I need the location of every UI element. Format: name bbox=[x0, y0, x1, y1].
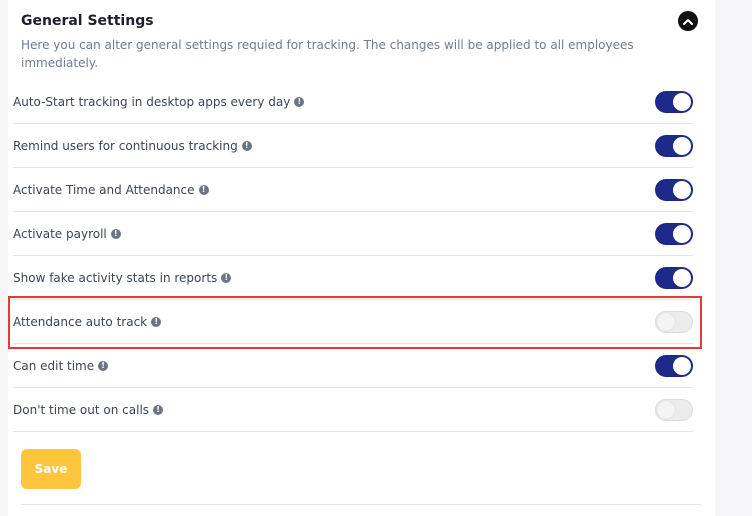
setting-row-no-timeout-calls: Don't time out on calls ! bbox=[13, 388, 693, 432]
setting-label-wrap: Activate Time and Attendance ! bbox=[13, 183, 209, 197]
setting-label: Auto-Start tracking in desktop apps ever… bbox=[13, 94, 291, 109]
setting-label-wrap: Don't time out on calls ! bbox=[13, 402, 164, 417]
info-icon[interactable]: ! bbox=[198, 184, 209, 195]
toggle-knob bbox=[657, 312, 675, 331]
setting-label-wrap: Show fake activity stats in reports ! bbox=[13, 270, 232, 285]
setting-label: Activate Time and Attendance bbox=[13, 182, 195, 197]
toggle-knob bbox=[673, 180, 691, 199]
toggle-knob bbox=[673, 136, 691, 155]
setting-row-edit-time: Can edit time ! bbox=[13, 344, 693, 388]
settings-list: Auto-Start tracking in desktop apps ever… bbox=[13, 80, 693, 432]
toggle-attendance-auto-track[interactable] bbox=[655, 310, 693, 333]
chevron-up-icon bbox=[683, 18, 693, 25]
toggle-knob bbox=[657, 400, 675, 419]
setting-label: Don't time out on calls bbox=[13, 402, 150, 417]
setting-label-wrap: Attendance auto track ! bbox=[13, 314, 162, 329]
toggle-auto-start[interactable] bbox=[655, 90, 693, 113]
toggle-edit-time[interactable] bbox=[655, 354, 693, 377]
toggle-payroll[interactable] bbox=[655, 222, 693, 245]
section-description: Here you can alter general settings requ… bbox=[21, 38, 634, 70]
info-icon[interactable]: ! bbox=[98, 360, 109, 371]
toggle-fake-activity[interactable] bbox=[655, 266, 693, 289]
toggle-knob bbox=[673, 92, 691, 111]
toggle-knob bbox=[673, 356, 691, 375]
setting-label-wrap: Can edit time ! bbox=[13, 358, 109, 373]
setting-label: Activate payroll bbox=[13, 226, 107, 241]
setting-label-wrap: Remind users for continuous tracking ! bbox=[13, 139, 252, 153]
section-title: General Settings bbox=[21, 13, 154, 29]
setting-label: Can edit time bbox=[13, 358, 95, 373]
setting-label: Show fake activity stats in reports bbox=[13, 270, 218, 285]
toggle-knob bbox=[673, 224, 691, 243]
info-icon[interactable]: ! bbox=[153, 404, 164, 415]
info-icon[interactable]: ! bbox=[294, 96, 305, 107]
setting-row-auto-start: Auto-Start tracking in desktop apps ever… bbox=[13, 80, 693, 124]
divider bbox=[21, 504, 701, 505]
info-icon[interactable]: ! bbox=[110, 228, 121, 239]
info-icon[interactable]: ! bbox=[221, 272, 232, 283]
setting-label-wrap: Auto-Start tracking in desktop apps ever… bbox=[13, 94, 305, 109]
setting-row-attendance-auto-track: Attendance auto track ! bbox=[13, 300, 693, 344]
toggle-no-timeout-calls[interactable] bbox=[655, 398, 693, 421]
setting-row-remind-users: Remind users for continuous tracking ! bbox=[13, 124, 693, 168]
setting-row-time-attendance: Activate Time and Attendance ! bbox=[13, 168, 693, 212]
info-icon[interactable]: ! bbox=[151, 316, 162, 327]
section-header: General Settings Here you can alter gene… bbox=[21, 10, 701, 72]
toggle-knob bbox=[673, 268, 691, 287]
setting-row-payroll: Activate payroll ! bbox=[13, 212, 693, 256]
save-button[interactable]: Save bbox=[21, 449, 81, 489]
collapse-button[interactable] bbox=[678, 11, 698, 31]
info-icon[interactable]: ! bbox=[241, 140, 252, 151]
setting-label-wrap: Activate payroll ! bbox=[13, 227, 121, 241]
setting-label: Remind users for continuous tracking bbox=[13, 138, 238, 153]
setting-label: Attendance auto track bbox=[13, 314, 148, 329]
toggle-remind-users[interactable] bbox=[655, 134, 693, 157]
toggle-time-attendance[interactable] bbox=[655, 178, 693, 201]
setting-row-fake-activity: Show fake activity stats in reports ! bbox=[13, 256, 693, 300]
